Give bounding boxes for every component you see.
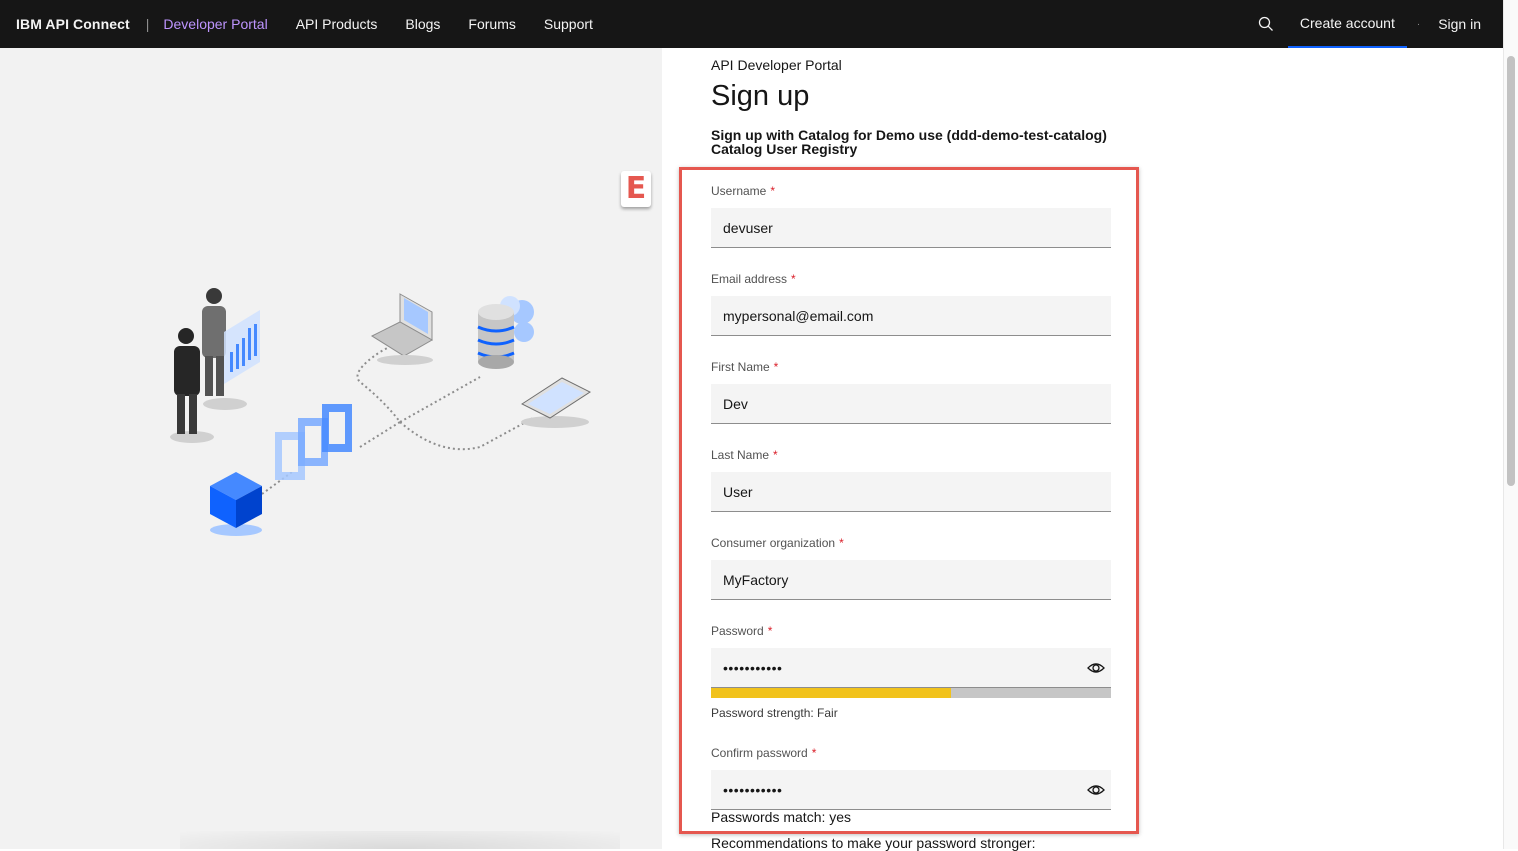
panel-shadow xyxy=(180,831,620,849)
show-password-icon[interactable] xyxy=(1087,781,1105,799)
last-name-field[interactable]: User xyxy=(711,472,1111,512)
password-strength-fill xyxy=(711,688,951,698)
brand-name[interactable]: IBM API Connect xyxy=(16,16,130,32)
nav-link-support[interactable]: Support xyxy=(544,16,593,32)
connection-path xyxy=(399,376,481,423)
password-field[interactable]: ••••••••••• xyxy=(711,648,1111,688)
required-marker: * xyxy=(839,536,844,550)
consumer-org-label-text: Consumer organization xyxy=(711,536,836,550)
email-label-text: Email address xyxy=(711,272,788,286)
show-password-icon[interactable] xyxy=(1087,659,1105,677)
password-strength-text: Password strength: Fair xyxy=(711,706,838,720)
first-name-label: First Name * xyxy=(711,360,778,374)
nav-dot-separator: · xyxy=(1416,18,1421,30)
person-standing-back xyxy=(202,288,226,396)
email-value: mypersonal@email.com xyxy=(723,307,874,324)
page-scrollbar[interactable] xyxy=(1503,0,1518,849)
portal-name: API Developer Portal xyxy=(711,57,842,73)
first-name-value: Dev xyxy=(723,395,748,412)
phone-device xyxy=(520,377,592,428)
scrollbar-thumb[interactable] xyxy=(1507,56,1515,486)
api-connect-illustration xyxy=(170,288,592,536)
confirm-password-label: Confirm password * xyxy=(711,746,816,760)
last-name-value: User xyxy=(723,483,753,500)
username-field[interactable]: devuser xyxy=(711,208,1111,248)
confirm-password-value: ••••••••••• xyxy=(723,781,783,798)
brand-separator: | xyxy=(145,16,150,32)
username-label-text: Username xyxy=(711,184,767,198)
nav-link-developer-portal[interactable]: Developer Portal xyxy=(163,16,267,32)
laptop-device xyxy=(370,293,434,365)
page-title: Sign up xyxy=(711,80,810,112)
nav-actions: Create account · Sign in xyxy=(1244,0,1503,48)
email-label: Email address * xyxy=(711,272,796,286)
create-account-link[interactable]: Create account xyxy=(1287,0,1407,48)
database-cloud xyxy=(477,296,534,369)
connection-path xyxy=(399,416,536,451)
password-match-text: Passwords match: yes xyxy=(711,809,852,825)
email-field[interactable]: mypersonal@email.com xyxy=(711,296,1111,336)
last-name-label: Last Name * xyxy=(711,448,778,462)
consumer-org-value: MyFactory xyxy=(723,571,789,588)
first-name-label-text: First Name xyxy=(711,360,770,374)
search-button[interactable] xyxy=(1244,0,1288,48)
registry-subtitle: Sign up with Catalog for Demo use (ddd-d… xyxy=(711,127,1107,157)
username-value: devuser xyxy=(723,219,773,236)
search-icon xyxy=(1258,16,1273,31)
confirm-password-label-text: Confirm password xyxy=(711,746,808,760)
password-label: Password * xyxy=(711,624,772,638)
nav-link-api-products[interactable]: API Products xyxy=(296,16,378,32)
top-navigation: IBM API Connect | Developer Portal API P… xyxy=(0,0,1503,48)
password-strength-meter xyxy=(711,688,1111,698)
password-value: ••••••••••• xyxy=(723,659,783,676)
blue-cube xyxy=(210,472,262,536)
required-marker: * xyxy=(811,746,817,760)
last-name-label-text: Last Name xyxy=(711,448,770,462)
username-label: Username * xyxy=(711,184,775,198)
password-label-text: Password xyxy=(711,624,764,638)
required-marker: * xyxy=(767,624,773,638)
confirm-password-field[interactable]: ••••••••••• xyxy=(711,770,1111,810)
sign-in-link[interactable]: Sign in xyxy=(1438,16,1481,32)
dashboard-panel xyxy=(224,310,260,384)
required-marker: * xyxy=(791,272,796,286)
nav-link-blogs[interactable]: Blogs xyxy=(405,16,440,32)
required-marker: * xyxy=(773,448,778,462)
person-standing-front xyxy=(174,328,200,434)
annotation-badge: E xyxy=(621,171,651,207)
required-marker: * xyxy=(770,184,776,198)
api-connect-blocks xyxy=(275,404,352,480)
consumer-org-field[interactable]: MyFactory xyxy=(711,560,1111,600)
consumer-org-label: Consumer organization * xyxy=(711,536,844,550)
nav-link-forums[interactable]: Forums xyxy=(468,16,515,32)
required-marker: * xyxy=(773,360,779,374)
first-name-field[interactable]: Dev xyxy=(711,384,1111,424)
